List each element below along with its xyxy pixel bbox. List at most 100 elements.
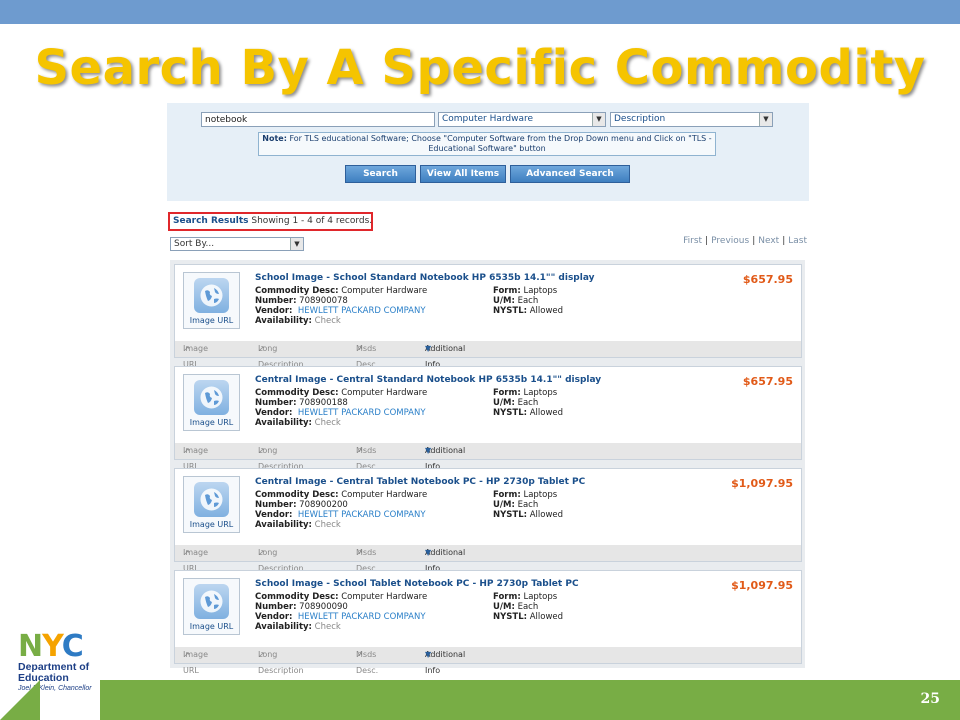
availability-row: Availability: Check — [255, 520, 341, 530]
chevron-down-icon: ▼ — [425, 344, 432, 353]
result-card: Image URL School Image - School Tablet No… — [174, 570, 802, 675]
vendor-row: Vendor: HEWLETT PACKARD COMPANY — [255, 408, 426, 418]
result-card: Image URL School Image - School Standard … — [174, 264, 802, 369]
pager-last[interactable]: Last — [788, 236, 807, 246]
globe-icon — [194, 278, 229, 313]
nystl-row: NYSTL: Allowed — [493, 408, 563, 418]
availability-check-link[interactable]: Check — [315, 316, 341, 326]
product-thumbnail[interactable]: Image URL — [183, 578, 240, 635]
chevron-down-icon[interactable]: ▼ — [290, 238, 303, 250]
vendor-link[interactable]: HEWLETT PACKARD COMPANY — [298, 306, 426, 316]
commodity-desc-label: Commodity Desc: — [255, 286, 339, 296]
product-thumbnail[interactable]: Image URL — [183, 476, 240, 533]
tls-note: Note: For TLS educational Software; Choo… — [258, 132, 716, 156]
vendor-label: Vendor: — [255, 408, 293, 418]
um-label: U/M: — [493, 398, 515, 408]
external-link-icon: ↗ — [183, 446, 190, 455]
availability-check-link[interactable]: Check — [315, 520, 341, 530]
results-label: Search Results — [173, 216, 249, 226]
search-button[interactable]: Search — [345, 165, 416, 183]
availability-row: Availability: Check — [255, 316, 341, 326]
um-value: Each — [517, 296, 539, 306]
nystl-value: Allowed — [529, 612, 564, 622]
page-number: 25 — [920, 691, 940, 707]
note-text: For TLS educational Software; Choose "Co… — [289, 134, 712, 153]
availability-check-link[interactable]: Check — [315, 418, 341, 428]
image-url-caption: Image URL — [189, 520, 234, 529]
nystl-label: NYSTL: — [493, 306, 528, 316]
vendor-link[interactable]: HEWLETT PACKARD COMPANY — [298, 408, 426, 418]
external-link-icon: ↗ — [356, 650, 363, 659]
external-link-icon: ↗ — [183, 548, 190, 557]
product-title-link[interactable]: Central Image - Central Tablet Notebook … — [255, 477, 585, 487]
view-all-items-button[interactable]: View All Items — [420, 165, 506, 183]
logo-letter-y: Y — [42, 629, 63, 664]
product-thumbnail[interactable]: Image URL — [183, 374, 240, 431]
chevron-down-icon[interactable]: ▼ — [592, 113, 605, 126]
vendor-row: Vendor: HEWLETT PACKARD COMPANY — [255, 306, 426, 316]
number-row: Number: 708900188 — [255, 398, 348, 408]
vendor-link[interactable]: HEWLETT PACKARD COMPANY — [298, 612, 426, 622]
product-title-link[interactable]: Central Image - Central Standard Noteboo… — [255, 375, 601, 385]
form-row: Form: Laptops — [493, 388, 557, 398]
external-link-icon: ↗ — [258, 548, 265, 557]
number-row: Number: 708900200 — [255, 500, 348, 510]
results-list: Image URL School Image - School Standard … — [170, 260, 805, 675]
number-label: Number: — [255, 500, 297, 510]
availability-label: Availability: — [255, 520, 312, 530]
result-card: Image URL Central Image - Central Standar… — [174, 366, 802, 471]
pager-next[interactable]: Next — [758, 236, 779, 246]
commodity-desc-label: Commodity Desc: — [255, 490, 339, 500]
card-footer: Image URL ↗ Long Description ↗ Msds Desc. … — [175, 545, 801, 573]
product-thumbnail[interactable]: Image URL — [183, 272, 240, 329]
vendor-link[interactable]: HEWLETT PACKARD COMPANY — [298, 510, 426, 520]
chevron-down-icon: ▼ — [425, 446, 432, 455]
number-label: Number: — [255, 296, 297, 306]
pager-previous[interactable]: Previous — [711, 236, 749, 246]
advanced-search-button[interactable]: Advanced Search — [510, 165, 630, 183]
number-label: Number: — [255, 398, 297, 408]
category-select[interactable]: Computer Hardware ▼ — [438, 112, 606, 127]
form-value: Laptops — [523, 286, 558, 296]
globe-icon — [194, 584, 229, 619]
nystl-value: Allowed — [529, 306, 564, 316]
commodity-desc-row: Commodity Desc: Computer Hardware — [255, 286, 427, 296]
external-link-icon: ↗ — [356, 548, 363, 557]
product-title-link[interactable]: School Image - School Tablet Notebook PC… — [255, 579, 579, 589]
vendor-row: Vendor: HEWLETT PACKARD COMPANY — [255, 612, 426, 622]
field-select[interactable]: Description ▼ — [610, 112, 773, 127]
vendor-row: Vendor: HEWLETT PACKARD COMPANY — [255, 510, 426, 520]
external-link-icon: ↗ — [183, 344, 190, 353]
sort-by-select[interactable]: Sort By... ▼ — [170, 237, 304, 251]
external-link-icon: ↗ — [258, 344, 265, 353]
um-value: Each — [517, 500, 539, 510]
availability-check-link[interactable]: Check — [315, 622, 341, 632]
vendor-label: Vendor: — [255, 510, 293, 520]
product-title-link[interactable]: School Image - School Standard Notebook … — [255, 273, 595, 283]
sort-by-value: Sort By... — [174, 239, 215, 249]
external-link-icon: ↗ — [356, 446, 363, 455]
commodity-desc-label: Commodity Desc: — [255, 592, 339, 602]
nystl-row: NYSTL: Allowed — [493, 306, 563, 316]
pager-first[interactable]: First — [683, 236, 702, 246]
number-value: 708900078 — [299, 296, 348, 306]
nyc-logo-letters: NYC — [18, 632, 128, 662]
search-input[interactable]: notebook — [201, 112, 435, 127]
form-label: Form: — [493, 592, 521, 602]
um-label: U/M: — [493, 296, 515, 306]
external-link-icon: ↗ — [258, 650, 265, 659]
number-row: Number: 708900078 — [255, 296, 348, 306]
product-price: $1,097.95 — [731, 477, 793, 490]
image-url-caption: Image URL — [189, 316, 234, 325]
bottom-bar-corner — [0, 680, 40, 720]
footer-long-description-label: Long Description — [258, 650, 304, 675]
availability-row: Availability: Check — [255, 622, 341, 632]
number-row: Number: 708900090 — [255, 602, 348, 612]
logo-letter-n: N — [18, 629, 43, 664]
image-url-caption: Image URL — [189, 622, 234, 631]
number-value: 708900188 — [299, 398, 348, 408]
availability-label: Availability: — [255, 316, 312, 326]
form-value: Laptops — [523, 592, 558, 602]
nystl-label: NYSTL: — [493, 612, 528, 622]
chevron-down-icon[interactable]: ▼ — [759, 113, 772, 126]
